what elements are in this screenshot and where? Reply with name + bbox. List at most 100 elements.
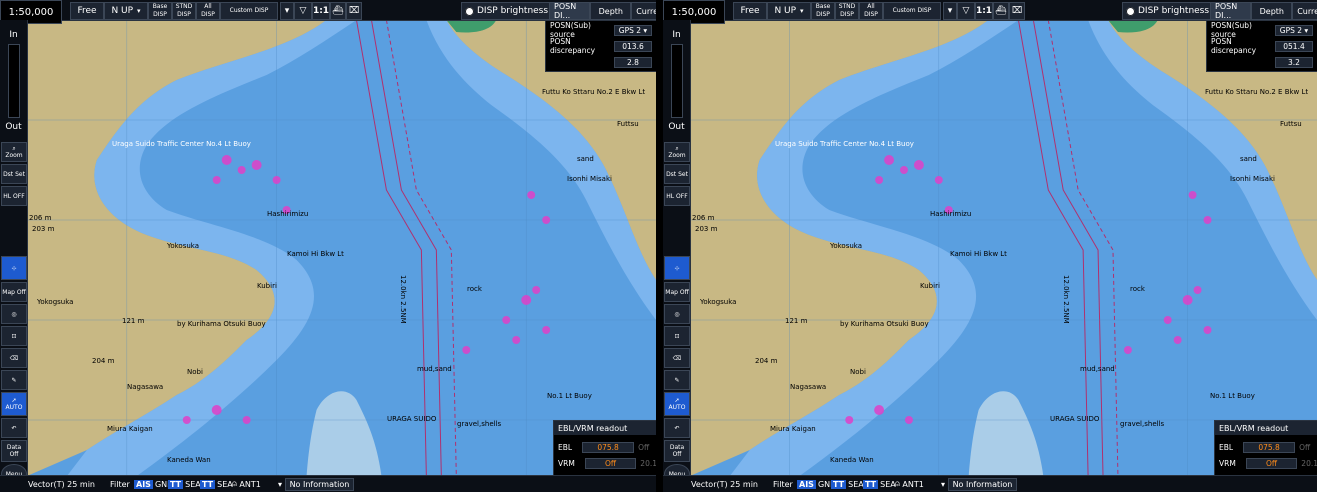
info-field: No Information — [947, 477, 1018, 491]
mode-button[interactable]: Free — [70, 2, 104, 20]
undo-icon[interactable]: ↶ — [1, 418, 27, 438]
tt-toggle-1[interactable]: TT SEA — [831, 478, 864, 490]
camera-icon[interactable]: ⊡ — [1, 326, 27, 346]
map-label: Hashirimizu — [267, 210, 309, 218]
tab-posn-di[interactable]: POSN DI... — [1210, 2, 1252, 20]
ship-icon[interactable]: ⛴ — [330, 2, 346, 20]
chart-area[interactable]: 206 m 203 m 121 m 204 m Yokosuka Yokogsu… — [27, 20, 656, 476]
vrm-value[interactable]: Off — [584, 457, 637, 469]
hl-off-button[interactable]: HL OFF — [1, 186, 27, 206]
chevron-down-icon: ▾ — [137, 7, 141, 15]
ebl-value[interactable]: 075.8 — [582, 441, 635, 453]
filter-icon[interactable]: ▽ — [957, 2, 975, 20]
eraser-icon[interactable]: ⌫ — [1, 348, 27, 368]
dst-set-button[interactable]: Dst Set — [1, 164, 27, 184]
posn-discrepancy-distance: 2.8 — [614, 56, 652, 68]
map-label: Kaneda Wan — [167, 456, 211, 464]
ebl-state: Off — [638, 442, 650, 452]
map-off-button[interactable]: Map Off — [664, 282, 690, 302]
tt-toggle-2[interactable]: TT SEA — [863, 478, 896, 490]
undo-icon[interactable]: ↶ — [664, 418, 690, 438]
map-label: Kubiri — [920, 282, 940, 290]
stnd-disp-button[interactable]: STND DISP — [835, 2, 859, 20]
zoom-slider[interactable] — [8, 44, 20, 118]
ship-icon[interactable]: ⛴ — [993, 2, 1009, 20]
orientation-dropdown[interactable]: N UP ▾ — [767, 2, 811, 20]
chevron-down-icon[interactable]: ▾ — [280, 2, 294, 20]
chevron-down-icon[interactable]: ▾ — [943, 2, 957, 20]
tab-current[interactable]: Current — [631, 2, 656, 20]
stnd-disp-button[interactable]: STND DISP — [172, 2, 196, 20]
zoom-button[interactable]: ⌕ Zoom — [664, 142, 690, 162]
orientation-dropdown[interactable]: N UP ▾ — [104, 2, 148, 20]
map-label: Nagasawa — [127, 383, 164, 391]
pencil-icon[interactable]: ✎ — [664, 370, 690, 390]
pencil-icon[interactable]: ✎ — [1, 370, 27, 390]
all-disp-button[interactable]: All DISP — [859, 2, 883, 20]
zoom-in-label[interactable]: In — [0, 30, 27, 40]
data-off-button[interactable]: Data Off — [664, 440, 690, 462]
tt-toggle-2[interactable]: TT SEA — [200, 478, 233, 490]
info-select[interactable]: ▾ No Information — [941, 477, 1018, 491]
ratio-button[interactable]: 1:1 — [312, 2, 330, 20]
zoom-button[interactable]: ⌕ Zoom — [1, 142, 27, 162]
filter-label: Filter — [773, 479, 793, 489]
dst-set-button[interactable]: Dst Set — [664, 164, 690, 184]
info-select[interactable]: ▾ No Information — [278, 477, 355, 491]
map-label: Kamoi Hi Bkw Lt — [950, 250, 1007, 258]
bottom-status-bar: Vector(T) 25 min Filter AIS GND TT SEA TT S… — [0, 475, 656, 492]
zoom-out-label[interactable]: Out — [663, 122, 690, 132]
all-disp-button[interactable]: All DISP — [196, 2, 220, 20]
mode-button[interactable]: Free — [733, 2, 767, 20]
antenna-icon: ⍝ — [232, 479, 237, 488]
radar-icon[interactable]: ◎ — [664, 304, 690, 324]
ratio-button[interactable]: 1:1 — [975, 2, 993, 20]
vrm-value[interactable]: Off — [1245, 457, 1298, 469]
posn-sub-source-select[interactable]: GPS 2 ▾ — [1275, 24, 1313, 36]
ecdis-pane-right: 206 m 203 m 121 m 204 m Yokosuka Yokogsu… — [663, 0, 1317, 492]
erase-icon[interactable]: ⌧ — [1009, 2, 1025, 20]
vector-value[interactable]: 25 — [730, 480, 740, 489]
chart-area[interactable]: 206 m 203 m 121 m 204 m Yokosuka Yokogsu… — [690, 20, 1317, 476]
zoom-out-label[interactable]: Out — [0, 122, 27, 132]
filter-icon[interactable]: ▽ — [294, 2, 312, 20]
base-disp-button[interactable]: Base DISP — [811, 2, 835, 20]
ebl-value[interactable]: 075.8 — [1243, 441, 1296, 453]
base-disp-button[interactable]: Base DISP — [148, 2, 172, 20]
disp-brightness-button[interactable]: DISP brightness — [1122, 2, 1214, 20]
camera-icon[interactable]: ⊡ — [664, 326, 690, 346]
zoom-in-label[interactable]: In — [663, 30, 690, 40]
map-label: by Kurihama Otsuki Buoy — [177, 320, 266, 328]
disp-brightness-button[interactable]: DISP brightness — [461, 2, 553, 20]
erase-icon[interactable]: ⌧ — [346, 2, 362, 20]
data-off-button[interactable]: Data Off — [1, 440, 27, 462]
vector-value[interactable]: 25 — [67, 480, 77, 489]
custom-disp-button[interactable]: Custom DISP — [220, 2, 278, 20]
map-label: Nobi — [850, 368, 866, 376]
auto-cursor-button[interactable]: ➚ AUTO — [1, 392, 27, 416]
info-field: No Information — [284, 477, 355, 491]
map-label: by Kurihama Otsuki Buoy — [840, 320, 929, 328]
custom-disp-button[interactable]: Custom DISP — [883, 2, 941, 20]
radar-icon[interactable]: ◎ — [1, 304, 27, 324]
map-label: 206 m — [692, 214, 715, 222]
map-label: Kaneda Wan — [830, 456, 874, 464]
tab-current[interactable]: Current — [1292, 2, 1317, 20]
target-button[interactable]: ⊹ — [664, 256, 690, 280]
tt-toggle-1[interactable]: TT SEA — [168, 478, 201, 490]
map-off-button[interactable]: Map Off — [1, 282, 27, 302]
target-button[interactable]: ⊹ — [1, 256, 27, 280]
antenna-toggle[interactable]: ⍝ ANT1 — [895, 478, 924, 490]
map-label: 206 m — [29, 214, 52, 222]
eraser-icon[interactable]: ⌫ — [664, 348, 690, 368]
zoom-slider[interactable] — [671, 44, 683, 118]
map-label: Uraga Suido Traffic Center No.4 Lt Buoy — [112, 140, 251, 148]
tab-depth[interactable]: Depth — [590, 2, 632, 20]
posn-sub-source-select[interactable]: GPS 2 ▾ — [614, 24, 652, 36]
auto-cursor-button[interactable]: ➚ AUTO — [664, 392, 690, 416]
tab-posn-di[interactable]: POSN DI... — [549, 2, 591, 20]
map-label: sand — [577, 155, 594, 163]
hl-off-button[interactable]: HL OFF — [664, 186, 690, 206]
tab-depth[interactable]: Depth — [1251, 2, 1293, 20]
antenna-toggle[interactable]: ⍝ ANT1 — [232, 478, 261, 490]
